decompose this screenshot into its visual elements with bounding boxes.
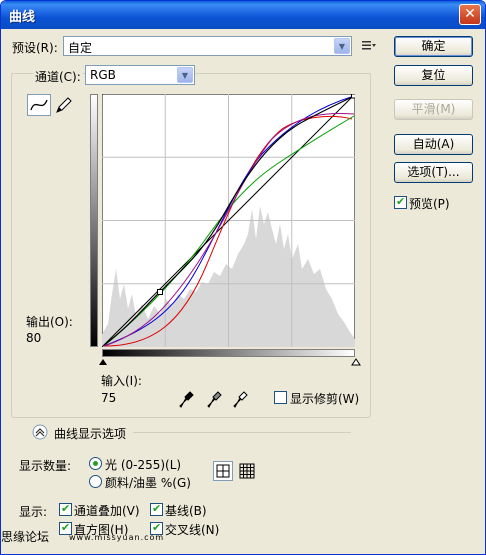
show-label: 显示: bbox=[19, 505, 48, 519]
channel-overlays-checkbox[interactable] bbox=[59, 502, 72, 516]
show-clipping-checkbox[interactable] bbox=[274, 391, 287, 404]
preset-value: 自定 bbox=[68, 41, 93, 55]
preview-checkbox[interactable] bbox=[394, 195, 407, 209]
baseline-checkbox[interactable] bbox=[150, 502, 163, 516]
show-amount-label: 显示数量: bbox=[19, 459, 72, 473]
options-button[interactable]: 选项(T)... bbox=[394, 162, 473, 183]
show-clipping-label: 显示修剪(W) bbox=[290, 392, 360, 406]
watermark-url: www.missyuan.com bbox=[69, 533, 165, 542]
watermark-text: 思缘论坛 bbox=[1, 530, 50, 544]
black-point-slider[interactable] bbox=[98, 358, 108, 366]
output-gradient-bar bbox=[90, 94, 98, 347]
white-point-slider[interactable] bbox=[351, 358, 361, 366]
preset-select[interactable]: 自定 ▼ bbox=[63, 36, 352, 56]
curve-display-options-title: 曲线显示选项 bbox=[54, 427, 127, 441]
pigment-radio[interactable] bbox=[89, 475, 102, 488]
light-radio[interactable] bbox=[89, 457, 102, 470]
preview-label: 预览(P) bbox=[409, 197, 450, 211]
window-title: 曲线 bbox=[9, 10, 36, 25]
auto-button[interactable]: 自动(A) bbox=[394, 134, 473, 155]
white-eyedropper-icon[interactable] bbox=[231, 389, 249, 409]
smooth-button[interactable]: 平滑(M) bbox=[394, 99, 473, 120]
light-radio-label: 光 (0-255)(L) bbox=[105, 458, 182, 472]
reset-button[interactable]: 复位 bbox=[394, 65, 473, 86]
curve-tool-icon bbox=[30, 99, 48, 111]
output-value: 80 bbox=[26, 331, 42, 345]
channel-label: 通道(C): bbox=[33, 68, 83, 85]
output-label: 输出(O): bbox=[26, 315, 73, 329]
curves-graph[interactable] bbox=[102, 94, 355, 347]
gray-eyedropper-icon[interactable] bbox=[205, 389, 223, 409]
curves-dialog: 曲线 ✕ 预设(R): 自定 ▼ 通道(C): RGB ▼ 输出(O): 80 bbox=[0, 0, 486, 555]
curve-endpoint-white bbox=[351, 94, 355, 99]
curve-tool-button[interactable] bbox=[27, 94, 51, 116]
channel-select[interactable]: RGB ▼ bbox=[85, 65, 195, 85]
channel-overlays-label: 通道叠加(V) bbox=[74, 504, 140, 518]
preset-label: 预设(R): bbox=[12, 41, 58, 55]
collapse-icon[interactable] bbox=[32, 424, 48, 440]
ok-button[interactable]: 确定 bbox=[394, 36, 473, 57]
simple-grid-button[interactable] bbox=[213, 461, 233, 481]
input-gradient-bar bbox=[102, 349, 355, 357]
intersection-line-label: 交叉线(N) bbox=[165, 523, 220, 537]
channel-value: RGB bbox=[90, 68, 116, 82]
input-value: 75 bbox=[101, 391, 117, 405]
close-button[interactable]: ✕ bbox=[459, 4, 481, 25]
chevron-down-icon: ▼ bbox=[334, 38, 350, 54]
pencil-icon[interactable] bbox=[54, 96, 72, 116]
options-divider bbox=[133, 432, 351, 433]
baseline-label: 基线(B) bbox=[165, 504, 207, 518]
simple-grid-icon bbox=[216, 464, 230, 478]
curve-point bbox=[157, 289, 163, 295]
preset-menu-icon[interactable] bbox=[362, 39, 376, 51]
title-bar: 曲线 ✕ bbox=[1, 1, 485, 29]
input-label: 输入(I): bbox=[101, 374, 142, 388]
chevron-down-icon: ▼ bbox=[177, 67, 193, 83]
detailed-grid-icon[interactable] bbox=[239, 463, 255, 479]
black-eyedropper-icon[interactable] bbox=[177, 389, 195, 409]
pigment-radio-label: 颜料/油墨 %(G) bbox=[105, 476, 191, 490]
